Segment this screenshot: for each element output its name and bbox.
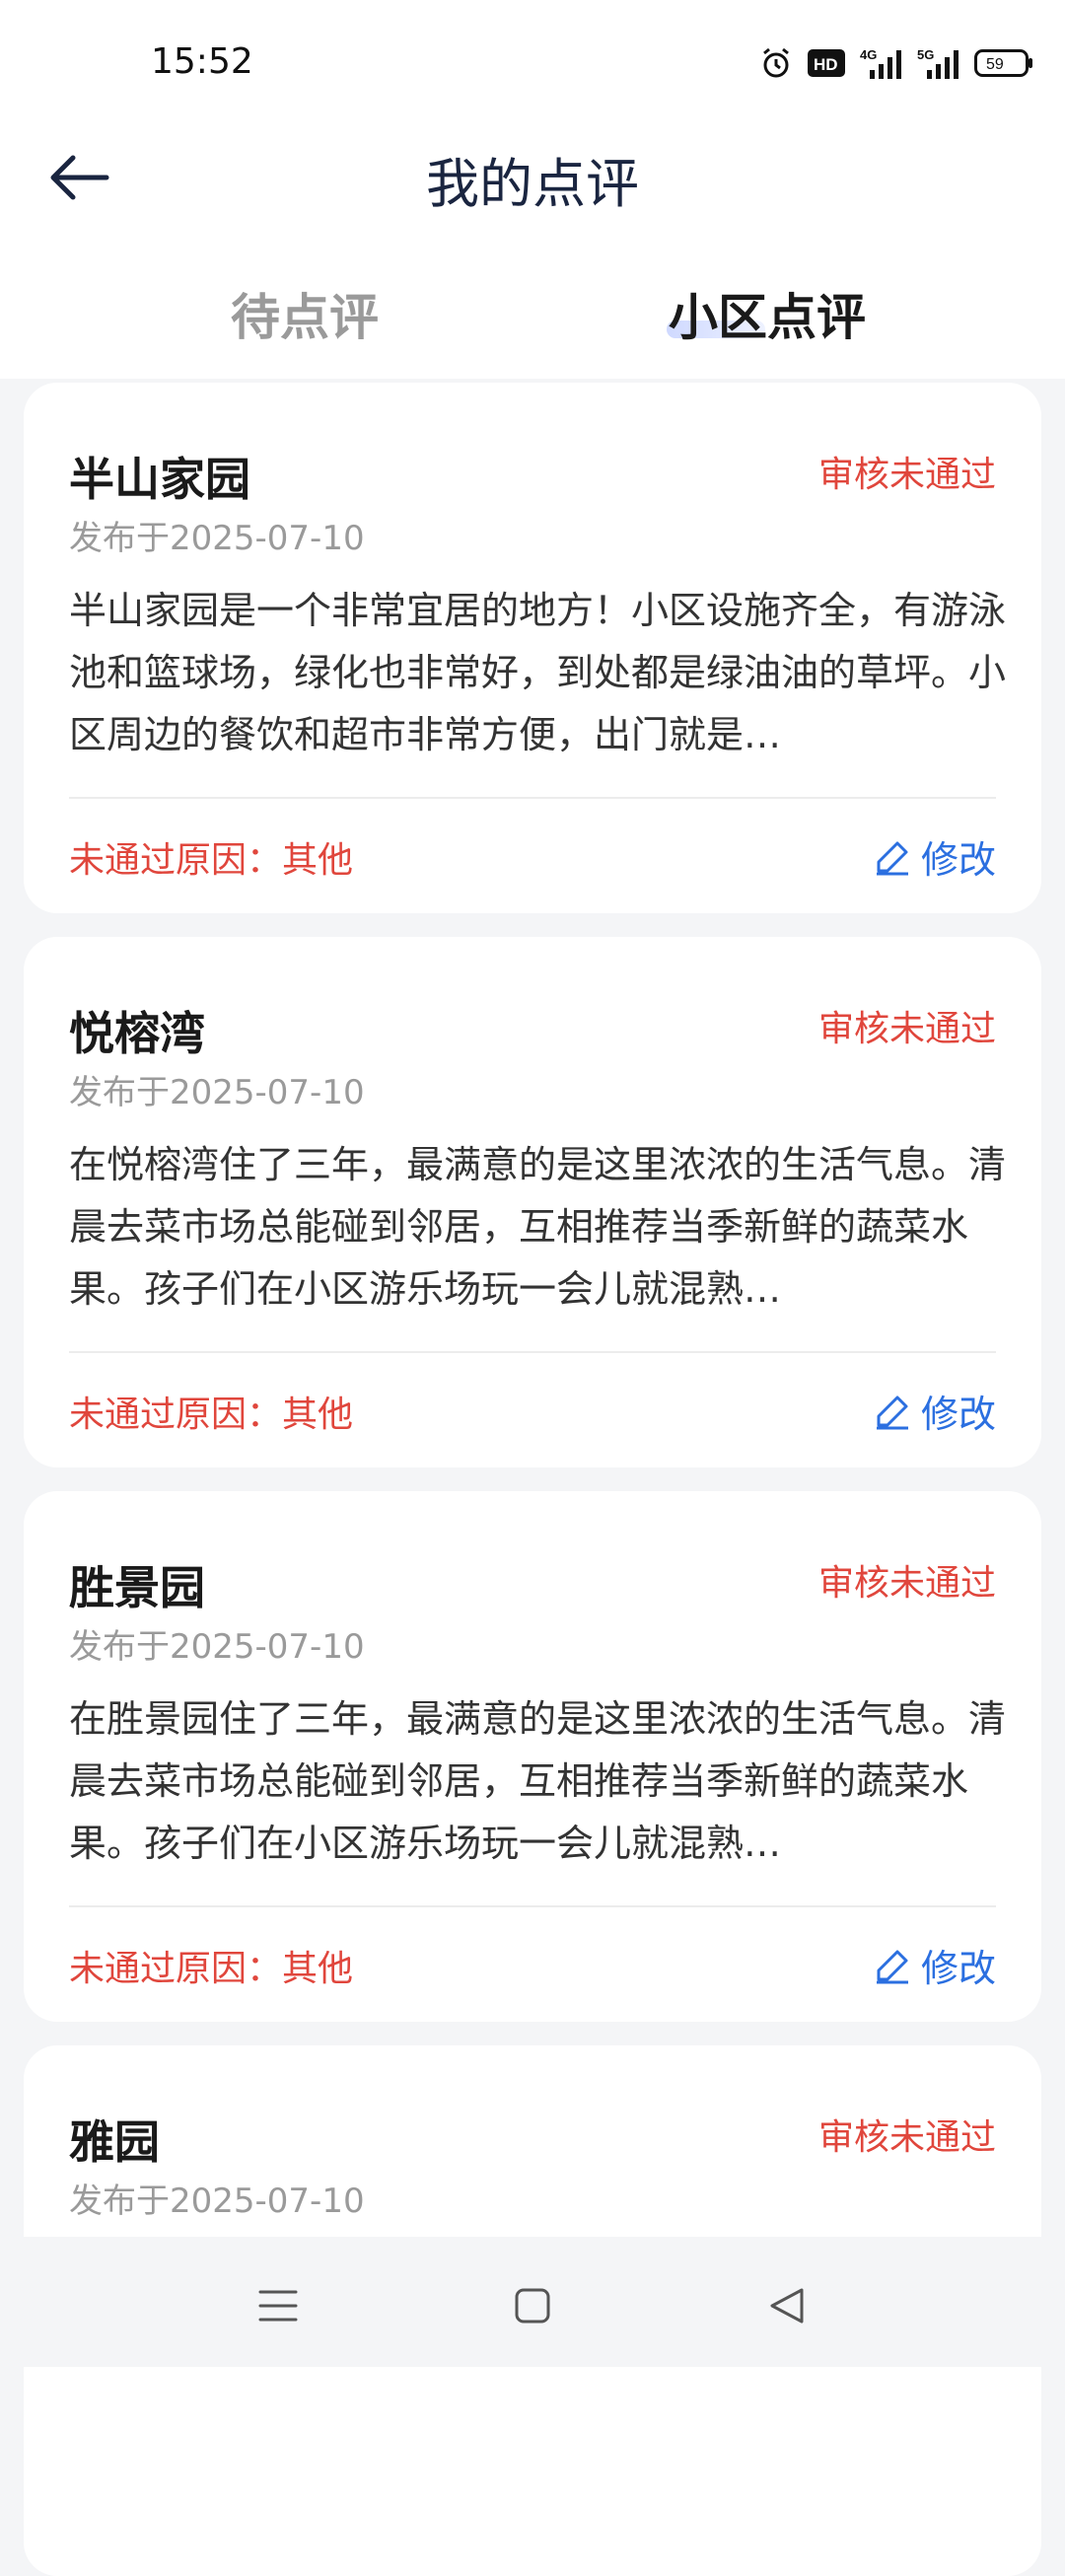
back-triangle-icon bbox=[770, 2288, 804, 2324]
edit-pencil-icon bbox=[876, 841, 908, 875]
review-card[interactable]: 胜景园 审核未通过 发布于2025-07-10 在胜景园住了三年，最满意的是这里… bbox=[24, 1491, 1041, 2022]
divider bbox=[69, 1351, 996, 1353]
community-name: 胜景园 bbox=[69, 1561, 205, 1614]
review-card[interactable]: 悦榕湾 审核未通过 发布于2025-07-10 在悦榕湾住了三年，最满意的是这里… bbox=[24, 937, 1041, 1467]
home-square-icon bbox=[515, 2288, 550, 2324]
review-card[interactable]: 半山家园 审核未通过 发布于2025-07-10 半山家园是一个非常宜居的地方！… bbox=[24, 383, 1041, 913]
battery-icon: 59 bbox=[974, 45, 1033, 81]
signal-5g-icon: 5G bbox=[917, 45, 960, 81]
status-time: 15:52 bbox=[151, 41, 253, 82]
review-status: 审核未通过 bbox=[817, 1009, 996, 1049]
reject-reason: 未通过原因：其他 bbox=[69, 1949, 354, 1989]
community-name: 悦榕湾 bbox=[69, 1007, 205, 1060]
signal-4g-icon: 4G bbox=[860, 45, 903, 81]
edit-pencil-icon bbox=[876, 1395, 908, 1429]
edit-button[interactable]: 修改 bbox=[874, 1938, 996, 1992]
review-content: 在胜景园住了三年，最满意的是这里浓浓的生活气息。清晨去菜市场总能碰到邻居，互相推… bbox=[69, 1697, 1006, 1865]
divider bbox=[69, 797, 996, 799]
back-nav-button[interactable] bbox=[757, 2276, 816, 2335]
edit-button[interactable]: 修改 bbox=[874, 829, 996, 884]
hd-icon: HD bbox=[807, 45, 846, 81]
system-nav-bar bbox=[0, 2237, 1065, 2367]
publish-date: 发布于2025-07-10 bbox=[69, 2182, 365, 2221]
community-name: 半山家园 bbox=[69, 453, 250, 506]
publish-date: 发布于2025-07-10 bbox=[69, 1627, 365, 1667]
publish-date: 发布于2025-07-10 bbox=[69, 1073, 365, 1112]
edit-label: 修改 bbox=[920, 1947, 996, 1990]
home-button[interactable] bbox=[503, 2276, 562, 2335]
net1-label: 4G bbox=[860, 47, 877, 62]
menu-button[interactable] bbox=[248, 2276, 308, 2335]
alarm-icon bbox=[759, 45, 793, 81]
menu-icon bbox=[258, 2290, 298, 2322]
edit-pencil-icon bbox=[876, 1950, 908, 1983]
status-icons: HD 4G 5G 59 bbox=[759, 45, 1033, 81]
reject-reason: 未通过原因：其他 bbox=[69, 1395, 354, 1435]
edit-label: 修改 bbox=[920, 838, 996, 882]
page-title: 我的点评 bbox=[426, 153, 639, 215]
publish-date: 发布于2025-07-10 bbox=[69, 519, 365, 558]
review-content: 在悦榕湾住了三年，最满意的是这里浓浓的生活气息。清晨去菜市场总能碰到邻居，互相推… bbox=[69, 1143, 1006, 1311]
review-content: 半山家园是一个非常宜居的地方！小区设施齐全，有游泳池和篮球场，绿化也非常好，到处… bbox=[69, 589, 1006, 756]
review-status: 审核未通过 bbox=[817, 1563, 996, 1604]
battery-level: 59 bbox=[986, 56, 1004, 73]
hd-label: HD bbox=[814, 55, 838, 74]
net2-label: 5G bbox=[917, 47, 934, 62]
review-status: 审核未通过 bbox=[817, 2117, 996, 2158]
top-bar: 15:52 HD 4G 5G 59 我的点评 待点评 小区点评 bbox=[0, 0, 1065, 379]
review-status: 审核未通过 bbox=[817, 455, 996, 495]
edit-label: 修改 bbox=[920, 1393, 996, 1436]
tab-pending-review[interactable]: 待点评 bbox=[231, 278, 379, 349]
tab-community-reviews[interactable]: 小区点评 bbox=[669, 278, 866, 349]
edit-button[interactable]: 修改 bbox=[874, 1384, 996, 1438]
reject-reason: 未通过原因：其他 bbox=[69, 840, 354, 881]
divider bbox=[69, 1905, 996, 1907]
community-name: 雅园 bbox=[69, 2115, 160, 2169]
